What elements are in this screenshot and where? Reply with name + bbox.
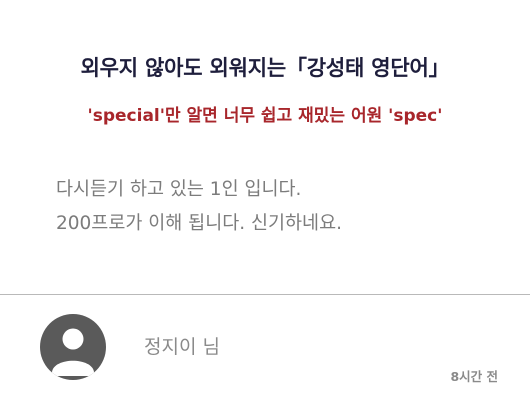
review-timestamp: 8시간 전 (450, 369, 498, 384)
review-text-line: 200프로가 이해 됩니다. 신기하네요. (56, 213, 342, 234)
course-subtitle: 'special'만 알면 너무 쉽고 재밌는 어원 'spec' (87, 106, 443, 126)
review-card: 외우지 않아도 외워지는「강성태 영단어」 'special'만 알면 너무 쉽… (0, 0, 530, 294)
review-text-line: 다시듣기 하고 있는 1인 입니다. (56, 179, 302, 200)
divider (0, 294, 530, 295)
user-avatar-icon (40, 314, 106, 380)
reviewer-name: 정지이 님 (144, 336, 220, 358)
course-title: 외우지 않아도 외워지는「강성태 영단어」 (80, 56, 450, 80)
